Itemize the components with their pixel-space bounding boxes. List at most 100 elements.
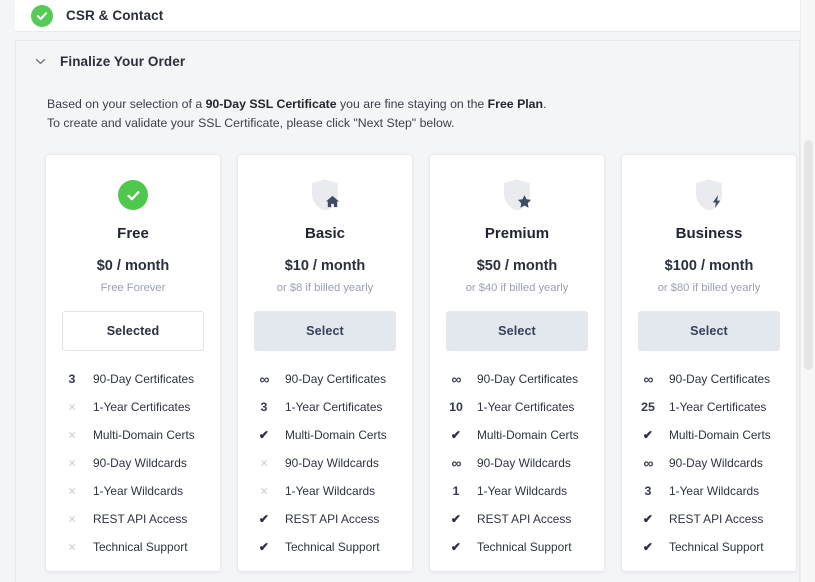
feature-row: ∞ 90-Day Wildcards [638, 449, 780, 477]
feature-row: ✔ Multi-Domain Certs [254, 421, 396, 449]
desc-plan-name: Free Plan [487, 97, 544, 111]
shield-star-icon [502, 178, 532, 212]
cross-icon: × [260, 484, 268, 498]
feature-label: Multi-Domain Certs [477, 428, 579, 442]
select-button-basic[interactable]: Select [254, 311, 396, 351]
plan-icon-wrap [254, 173, 396, 217]
feature-row: × 90-Day Wildcards [254, 449, 396, 477]
feature-label: Multi-Domain Certs [93, 428, 195, 442]
feature-row: ∞ 90-Day Certificates [638, 365, 780, 393]
plan-price: $50 / month [476, 258, 558, 274]
feature-count: 3 [644, 484, 652, 498]
feature-row: 3 1-Year Wildcards [638, 477, 780, 505]
feature-label: 1-Year Wildcards [93, 484, 184, 498]
feature-label: 1-Year Wildcards [285, 484, 376, 498]
feature-list: ∞ 90-Day Certificates 10 1-Year Certificate… [446, 365, 588, 561]
feature-row: 3 1-Year Certificates [254, 393, 396, 421]
plan-name: Business [675, 225, 743, 242]
completed-step-csr-contact[interactable]: CSR & Contact [15, 0, 800, 32]
select-button-premium[interactable]: Select [446, 311, 588, 351]
finalize-order-panel: Finalize Your Order Based on your select… [15, 40, 815, 582]
cross-icon: × [260, 456, 268, 470]
feature-count: 3 [260, 400, 268, 414]
infinity-icon: ∞ [451, 371, 462, 387]
infinity-icon: ∞ [451, 455, 462, 471]
feature-row: ✔ REST API Access [254, 505, 396, 533]
desc-text-e: . [543, 97, 547, 111]
check-icon: ✔ [642, 540, 654, 554]
select-button-business[interactable]: Select [638, 311, 780, 351]
desc-text-a: Based on your selection of a [47, 97, 206, 111]
feature-label: 90-Day Wildcards [93, 456, 187, 470]
selected-button-free[interactable]: Selected [62, 311, 204, 351]
order-page: CSR & Contact Finalize Your Order Based … [0, 0, 815, 582]
check-icon: ✔ [642, 428, 654, 442]
feature-label: 90-Day Certificates [93, 372, 195, 386]
green-check-circle-icon [118, 180, 148, 210]
plan-name: Premium [484, 225, 550, 242]
feature-label: REST API Access [669, 512, 764, 526]
feature-row: ✔ REST API Access [446, 505, 588, 533]
feature-label: 90-Day Certificates [669, 372, 771, 386]
cross-icon: × [68, 428, 76, 442]
feature-row: 25 1-Year Certificates [638, 393, 780, 421]
desc-text-c: you are fine staying on the [336, 97, 488, 111]
check-icon: ✔ [642, 512, 654, 526]
shield-bolt-icon [694, 178, 724, 212]
description-line-1: Based on your selection of a 90-Day SSL … [47, 95, 799, 114]
shield-home-icon [310, 178, 340, 212]
plan-price: $10 / month [284, 258, 366, 274]
infinity-icon: ∞ [643, 371, 654, 387]
plan-icon-wrap [638, 173, 780, 217]
feature-label: 90-Day Wildcards [669, 456, 763, 470]
pricing-card-free[interactable]: Free $0 / month Free Forever Selected 3 90-Da… [45, 154, 221, 572]
check-icon: ✔ [258, 512, 270, 526]
completed-step-label: CSR & Contact [66, 8, 164, 23]
feature-label: Multi-Domain Certs [669, 428, 771, 442]
feature-row: ✔ Technical Support [254, 533, 396, 561]
feature-row: × 1-Year Wildcards [254, 477, 396, 505]
feature-row: ✔ Technical Support [446, 533, 588, 561]
description-line-2: To create and validate your SSL Certific… [47, 116, 455, 130]
plan-price: $0 / month [96, 258, 170, 274]
pricing-plan-list: Free $0 / month Free Forever Selected 3 90-Da… [45, 154, 815, 572]
feature-label: Multi-Domain Certs [285, 428, 387, 442]
plan-icon-wrap [446, 173, 588, 217]
panel-header[interactable]: Finalize Your Order [16, 41, 799, 81]
feature-row: 1 1-Year Wildcards [446, 477, 588, 505]
feature-row: × Multi-Domain Certs [62, 421, 204, 449]
feature-label: Technical Support [477, 540, 572, 554]
page-title: Finalize Your Order [60, 53, 186, 69]
feature-label: 1-Year Wildcards [477, 484, 568, 498]
plan-price: $100 / month [664, 258, 754, 274]
cross-icon: × [68, 512, 76, 526]
check-circle-icon [31, 4, 53, 27]
feature-row: ∞ 90-Day Certificates [446, 365, 588, 393]
infinity-icon: ∞ [259, 371, 270, 387]
feature-list: ∞ 90-Day Certificates 25 1-Year Certificate… [638, 365, 780, 561]
check-icon: ✔ [450, 428, 462, 442]
plan-name: Basic [304, 225, 346, 242]
feature-label: 1-Year Certificates [669, 400, 767, 414]
desc-cert-type: 90-Day SSL Certificate [205, 97, 337, 111]
plan-billing-note: or $80 if billed yearly [657, 282, 761, 294]
chevron-down-icon[interactable] [32, 53, 48, 69]
page-scrollbar-thumb[interactable] [804, 140, 813, 370]
feature-row: ∞ 90-Day Certificates [254, 365, 396, 393]
pricing-card-premium[interactable]: Premium $50 / month or $40 if billed yearl… [429, 154, 605, 572]
check-icon: ✔ [258, 540, 270, 554]
page-scrollbar[interactable] [800, 0, 815, 582]
pricing-card-basic[interactable]: Basic $10 / month or $8 if billed yearly Se… [237, 154, 413, 572]
feature-row: ✔ Multi-Domain Certs [638, 421, 780, 449]
pricing-card-business[interactable]: Business $100 / month or $80 if billed yea… [621, 154, 797, 572]
feature-list: ∞ 90-Day Certificates 3 1-Year Certificates… [254, 365, 396, 561]
panel-description: Based on your selection of a 90-Day SSL … [16, 81, 799, 133]
feature-row: ✔ REST API Access [638, 505, 780, 533]
feature-label: 1-Year Certificates [93, 400, 191, 414]
plan-billing-note: Free Forever [100, 282, 166, 294]
feature-count: 10 [449, 400, 463, 414]
feature-row: × REST API Access [62, 505, 204, 533]
feature-row: × 1-Year Wildcards [62, 477, 204, 505]
feature-label: 90-Day Certificates [285, 372, 387, 386]
feature-row: 10 1-Year Certificates [446, 393, 588, 421]
